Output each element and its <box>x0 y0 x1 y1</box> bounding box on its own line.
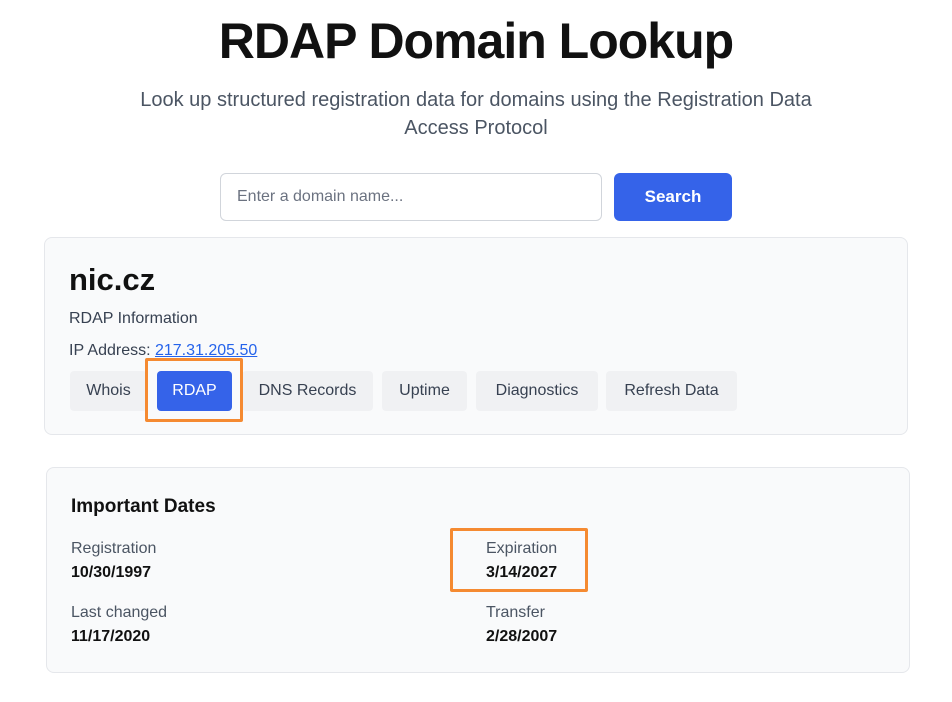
important-dates-card: Important Dates Registration 10/30/1997 … <box>46 467 910 673</box>
dates-title: Important Dates <box>71 496 216 517</box>
domain-info-card: nic.cz RDAP Information IP Address: 217.… <box>44 237 908 435</box>
ip-address-label: IP Address: <box>69 342 151 359</box>
tab-uptime[interactable]: Uptime <box>382 371 467 411</box>
tab-rdap[interactable]: RDAP <box>157 371 232 411</box>
domain-name: nic.cz <box>69 262 156 297</box>
page-title: RDAP Domain Lookup <box>218 13 734 69</box>
domain-search-input[interactable] <box>220 173 602 221</box>
transfer-label: Transfer <box>486 604 545 621</box>
last-changed-value: 11/17/2020 <box>71 628 151 645</box>
last-changed-label: Last changed <box>71 604 168 621</box>
page-subtitle: Look up structured registration data for… <box>140 89 812 139</box>
registration-label: Registration <box>71 540 157 557</box>
tab-diagnostics[interactable]: Diagnostics <box>476 371 598 411</box>
expiration-value: 3/14/2027 <box>486 564 558 581</box>
transfer-value: 2/28/2007 <box>486 628 558 645</box>
expiration-label: Expiration <box>486 540 558 557</box>
tab-dns-records[interactable]: DNS Records <box>242 371 373 411</box>
tab-refresh-data[interactable]: Refresh Data <box>606 371 737 411</box>
tab-whois[interactable]: Whois <box>70 371 147 411</box>
registration-value: 10/30/1997 <box>71 564 152 581</box>
ip-address-row: IP Address: 217.31.205.50 <box>69 342 257 360</box>
ip-address-link[interactable]: 217.31.205.50 <box>155 342 257 359</box>
domain-subtitle: RDAP Information <box>69 310 198 327</box>
search-button[interactable]: Search <box>614 173 732 221</box>
